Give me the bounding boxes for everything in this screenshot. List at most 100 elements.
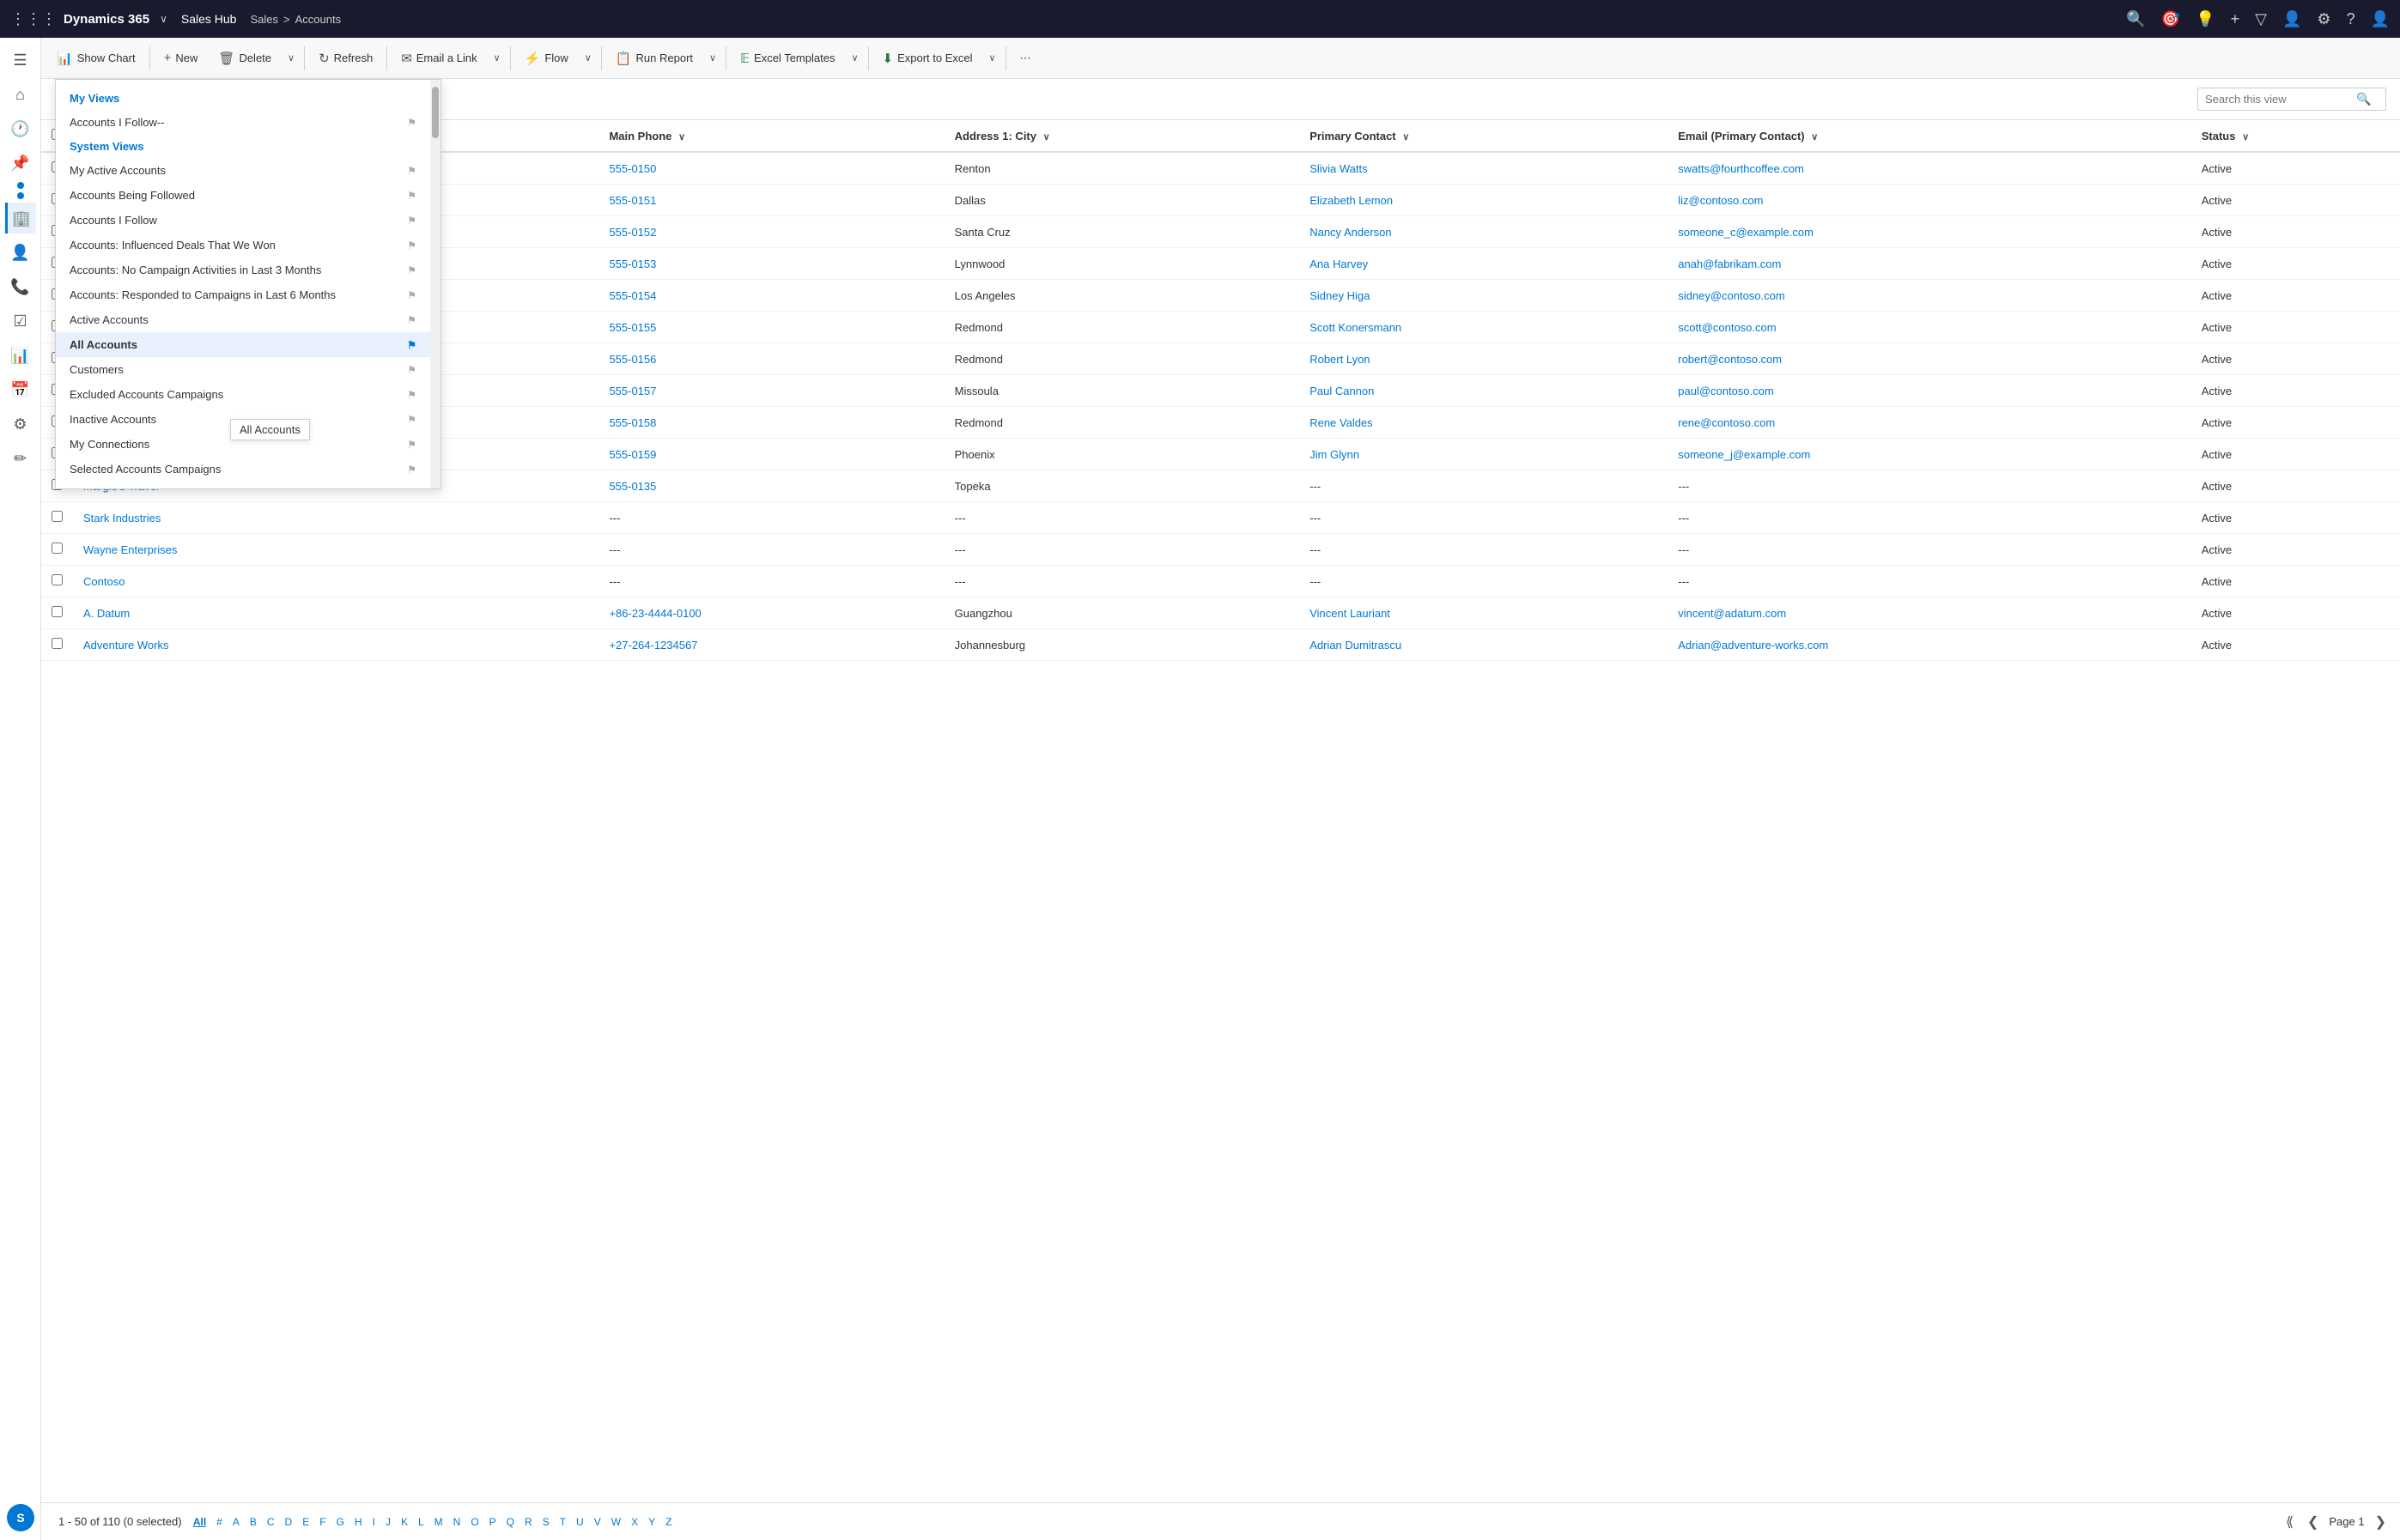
alpha-nav-item[interactable]: P	[484, 1513, 501, 1531]
brand-name[interactable]: Dynamics 365	[64, 12, 149, 27]
col-email[interactable]: Email (Primary Contact) ∨	[1668, 120, 2191, 152]
alpha-nav-item[interactable]: F	[314, 1513, 331, 1531]
run-report-button[interactable]: 📋 Run Report	[607, 45, 702, 71]
dropdown-item-i-follow[interactable]: Accounts I Follow ⚑	[56, 208, 430, 233]
sidebar-pinned-icon[interactable]: 📌	[5, 148, 36, 179]
row-checkbox[interactable]	[52, 543, 63, 554]
dropdown-scrollbar[interactable]	[430, 80, 441, 488]
email-link[interactable]: robert@contoso.com	[1678, 353, 1782, 366]
dropdown-item-selected[interactable]: Selected Accounts Campaigns ⚑	[56, 457, 430, 482]
phone-link[interactable]: 555-0156	[609, 353, 656, 366]
brand-chevron-icon[interactable]: ∨	[160, 13, 167, 25]
alpha-nav-item[interactable]: E	[297, 1513, 314, 1531]
alpha-nav-item[interactable]: T	[555, 1513, 571, 1531]
contact-link[interactable]: Jim Glynn	[1309, 448, 1359, 461]
sidebar-accounts-icon[interactable]: 🏢	[5, 203, 36, 233]
email-link[interactable]: Adrian@adventure-works.com	[1678, 639, 1828, 652]
contact-link[interactable]: Adrian Dumitrascu	[1309, 639, 1401, 652]
contact-link[interactable]: Ana Harvey	[1309, 258, 1368, 270]
report-chevron[interactable]: ∨	[705, 47, 720, 69]
email-link[interactable]: sidney@contoso.com	[1678, 289, 1784, 302]
row-checkbox[interactable]	[52, 574, 63, 585]
scrollbar-thumb[interactable]	[432, 87, 439, 138]
email-link[interactable]: liz@contoso.com	[1678, 194, 1763, 207]
contact-link[interactable]: Sidney Higa	[1309, 289, 1370, 302]
grid-menu-icon[interactable]: ⋮⋮⋮	[10, 10, 57, 28]
email-link[interactable]: scott@contoso.com	[1678, 321, 1776, 334]
sidebar-recent-icon[interactable]: 🕐	[5, 113, 36, 144]
row-checkbox[interactable]	[52, 511, 63, 522]
contact-link[interactable]: Paul Cannon	[1309, 385, 1374, 397]
dropdown-item-responded[interactable]: Accounts: Responded to Campaigns in Last…	[56, 282, 430, 307]
email-link[interactable]: someone_c@example.com	[1678, 226, 1814, 239]
alpha-nav-item[interactable]: S	[538, 1513, 555, 1531]
phone-link[interactable]: 555-0154	[609, 289, 656, 302]
alpha-nav-item[interactable]: G	[331, 1513, 349, 1531]
sidebar-home-icon[interactable]: ⌂	[5, 79, 36, 110]
dropdown-item-influenced[interactable]: Accounts: Influenced Deals That We Won ⚑	[56, 233, 430, 258]
email-link-button[interactable]: ✉ Email a Link	[392, 45, 485, 71]
row-checkbox[interactable]	[52, 606, 63, 617]
alpha-nav-item[interactable]: R	[519, 1513, 538, 1531]
alpha-nav-item[interactable]: U	[571, 1513, 589, 1531]
alpha-nav-item[interactable]: N	[448, 1513, 466, 1531]
email-link[interactable]: someone_j@example.com	[1678, 448, 1810, 461]
alpha-nav-item[interactable]: C	[262, 1513, 280, 1531]
first-page-button[interactable]: ⟪	[2282, 1510, 2297, 1534]
alpha-nav-item[interactable]: All	[188, 1513, 211, 1531]
alpha-nav-item[interactable]: #	[211, 1513, 228, 1531]
alpha-nav-item[interactable]: Z	[660, 1513, 677, 1531]
flow-chevron[interactable]: ∨	[580, 47, 596, 69]
phone-link[interactable]: 555-0135	[609, 480, 656, 493]
col-main-phone[interactable]: Main Phone ∨	[598, 120, 944, 152]
dropdown-item-active[interactable]: Active Accounts ⚑	[56, 307, 430, 332]
phone-link[interactable]: 555-0158	[609, 416, 656, 429]
search-input[interactable]	[2205, 93, 2351, 106]
alpha-nav-item[interactable]: W	[606, 1513, 626, 1531]
sidebar-tasks-icon[interactable]: ☑	[5, 306, 36, 336]
phone-link[interactable]: 555-0151	[609, 194, 656, 207]
alpha-nav-item[interactable]: M	[429, 1513, 448, 1531]
email-link[interactable]: swatts@fourthcoffee.com	[1678, 162, 1804, 175]
phone-link[interactable]: 555-0152	[609, 226, 656, 239]
account-name-link[interactable]: A. Datum	[83, 607, 130, 620]
alpha-nav-item[interactable]: I	[368, 1513, 380, 1531]
person-icon[interactable]: 👤	[2282, 10, 2301, 28]
export-button[interactable]: ⬇ Export to Excel	[874, 45, 981, 71]
sidebar-contacts-icon[interactable]: 👤	[5, 237, 36, 268]
email-link[interactable]: rene@contoso.com	[1678, 416, 1775, 429]
target-icon[interactable]: 🎯	[2161, 10, 2180, 28]
alpha-nav-item[interactable]: A	[228, 1513, 245, 1531]
dropdown-item-no-campaign[interactable]: Accounts: No Campaign Activities in Last…	[56, 258, 430, 282]
col-status[interactable]: Status ∨	[2191, 120, 2400, 152]
excel-templates-chevron[interactable]: ∨	[847, 47, 862, 69]
phone-link[interactable]: 555-0155	[609, 321, 656, 334]
prev-page-button[interactable]: ❮	[2304, 1510, 2322, 1534]
account-name-link[interactable]: Adventure Works	[83, 639, 168, 652]
sidebar-calendar-icon[interactable]: 📅	[5, 374, 36, 405]
contact-link[interactable]: Nancy Anderson	[1309, 226, 1391, 239]
alpha-nav-item[interactable]: Q	[501, 1513, 519, 1531]
delete-button[interactable]: 🗑 Delete	[210, 45, 280, 71]
col-city[interactable]: Address 1: City ∨	[945, 120, 1300, 152]
account-name-link[interactable]: Stark Industries	[83, 512, 161, 524]
show-chart-button[interactable]: 📊 Show Chart	[48, 45, 144, 71]
contact-link[interactable]: Elizabeth Lemon	[1309, 194, 1393, 207]
phone-link[interactable]: +27-264-1234567	[609, 639, 697, 652]
phone-link[interactable]: 555-0157	[609, 385, 656, 397]
contact-link[interactable]: Scott Konersmann	[1309, 321, 1401, 334]
email-chevron[interactable]: ∨	[489, 47, 505, 69]
phone-link[interactable]: +86-23-4444-0100	[609, 607, 701, 620]
alpha-nav-item[interactable]: B	[245, 1513, 262, 1531]
contact-link[interactable]: Vincent Lauriant	[1309, 607, 1390, 620]
alpha-nav-item[interactable]: H	[349, 1513, 368, 1531]
more-button[interactable]: ⋯	[1012, 46, 1040, 70]
excel-templates-button[interactable]: 𝔼 Excel Templates	[732, 45, 843, 71]
delete-chevron[interactable]: ∨	[283, 47, 299, 69]
dropdown-item-excluded[interactable]: Excluded Accounts Campaigns ⚑	[56, 382, 430, 407]
app-name[interactable]: Sales Hub	[181, 12, 237, 26]
contact-link[interactable]: Robert Lyon	[1309, 353, 1370, 366]
settings-icon[interactable]: ⚙	[2317, 10, 2330, 28]
flow-button[interactable]: ⚡ Flow	[516, 45, 577, 71]
row-checkbox[interactable]	[52, 638, 63, 649]
